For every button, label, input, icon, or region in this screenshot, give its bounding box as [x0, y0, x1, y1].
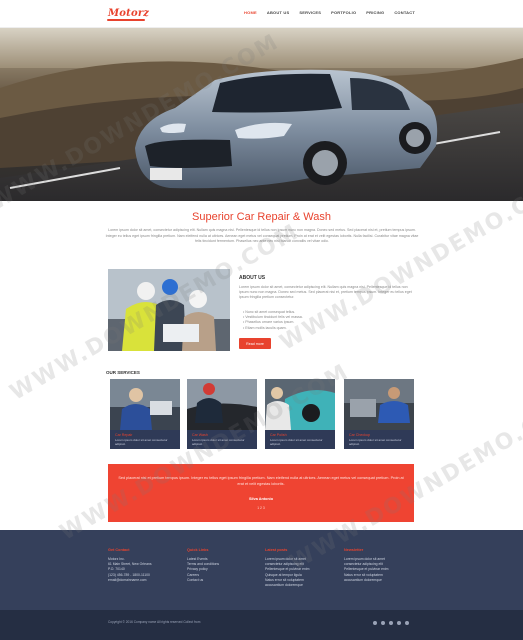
read-more-button[interactable]: Read more — [239, 338, 271, 349]
service-card-car-wash[interactable]: Car Wash Lorem ipsum dolor sit amet cons… — [187, 379, 257, 449]
footer-contact: Get Contact Motorz Inc. 61 Main Street, … — [108, 548, 183, 583]
about-text: Lorem ipsum dolor sit amet, consectetur … — [239, 285, 412, 300]
testimonial-quote: Sed placerat nisi et pretium tempus ipsu… — [118, 476, 404, 486]
nav-portfolio[interactable]: PORTFOLIO — [331, 10, 356, 15]
service-image — [187, 379, 257, 430]
testimonial-author: Silva Antonio — [248, 497, 274, 501]
nav-pricing[interactable]: PRICING — [366, 10, 384, 15]
service-desc: Lorem ipsum dolor sit amet consectetur a… — [270, 438, 323, 446]
twitter-icon[interactable] — [381, 621, 385, 625]
footer-line[interactable]: email@domainname.com — [108, 578, 183, 583]
facebook-icon[interactable] — [373, 621, 377, 625]
service-image — [344, 379, 414, 430]
footer-link[interactable]: accusantium doloremque — [265, 583, 340, 588]
linkedin-icon[interactable] — [389, 621, 393, 625]
service-desc: Lorem ipsum dolor sit amet consectetur a… — [349, 438, 402, 446]
hero-car-image — [0, 28, 523, 201]
footer-newsletter: Newsletter Lorem ipsum dolor sit amet co… — [344, 548, 419, 583]
footer-links: Quick Links Latest Events Terms and cond… — [187, 548, 262, 583]
service-image — [265, 379, 335, 430]
service-card-car-repair[interactable]: Car Repair Lorem ipsum dolor sit amet co… — [110, 379, 180, 449]
service-card-car-polish[interactable]: Car Polish Lorem ipsum dolor sit amet co… — [265, 379, 335, 449]
copyright-text: Copyright © 2016 Company name All rights… — [108, 620, 183, 624]
testimonial-pagination[interactable]: 1 2 3 — [108, 506, 414, 510]
credit-text[interactable]: Collect from — [183, 620, 200, 624]
pinterest-icon[interactable] — [397, 621, 401, 625]
service-name: Car Wash — [192, 433, 208, 437]
page: Motorz HOME ABOUT US SERVICES PORTFOLIO … — [0, 0, 523, 640]
service-image — [110, 379, 180, 430]
footer-line: accusantium doloremque — [344, 577, 382, 582]
site-header: Motorz HOME ABOUT US SERVICES PORTFOLIO … — [0, 0, 523, 28]
footer-heading: Quick Links — [187, 548, 209, 552]
footer-heading: Latest posts — [265, 548, 288, 552]
list-item: Etiam mollis iaculis quam. — [243, 326, 413, 331]
nav-contact[interactable]: CONTACT — [394, 10, 415, 15]
footer-heading: Newsletter — [344, 548, 364, 552]
nav-about[interactable]: ABOUT US — [267, 10, 290, 15]
page-title: Superior Car Repair & Wash — [192, 211, 331, 223]
logo-swoosh — [107, 19, 145, 21]
google-plus-icon[interactable] — [405, 621, 409, 625]
service-name: Car Checkup — [349, 433, 370, 437]
main-nav: HOME ABOUT US SERVICES PORTFOLIO PRICING… — [244, 10, 415, 15]
copyright: Copyright © 2016 Company name All rights… — [108, 620, 248, 625]
service-name: Car Polish — [270, 433, 287, 437]
footer-bottom-bar: Copyright © 2016 Company name All rights… — [0, 610, 523, 640]
about-image — [108, 269, 230, 351]
intro-text: Lorem ipsum dolor sit amet, consectetur … — [105, 228, 419, 243]
about-list: Nunc sit amet consequat tellus. Vestibul… — [243, 310, 413, 331]
nav-services[interactable]: SERVICES — [299, 10, 321, 15]
social-links — [373, 621, 409, 625]
testimonial-box: Sed placerat nisi et pretium tempus ipsu… — [108, 464, 414, 522]
logo[interactable]: Motorz — [108, 8, 149, 19]
nav-home[interactable]: HOME — [244, 10, 257, 15]
service-card-car-checkup[interactable]: Car Checkup Lorem ipsum dolor sit amet c… — [344, 379, 414, 449]
footer-posts: Latest posts Lorem ipsum dolor sit amet … — [265, 548, 340, 588]
hero-banner — [0, 28, 523, 201]
service-desc: Lorem ipsum dolor sit amet consectetur a… — [115, 438, 168, 446]
about-title: ABOUT US — [239, 275, 266, 281]
services-title: OUR SERVICES — [106, 370, 140, 375]
footer-heading: Get Contact — [108, 548, 130, 552]
site-footer: Get Contact Motorz Inc. 61 Main Street, … — [0, 530, 523, 610]
service-desc: Lorem ipsum dolor sit amet consectetur a… — [192, 438, 245, 446]
service-name: Car Repair — [115, 433, 133, 437]
footer-link[interactable]: Contact us — [187, 578, 262, 583]
